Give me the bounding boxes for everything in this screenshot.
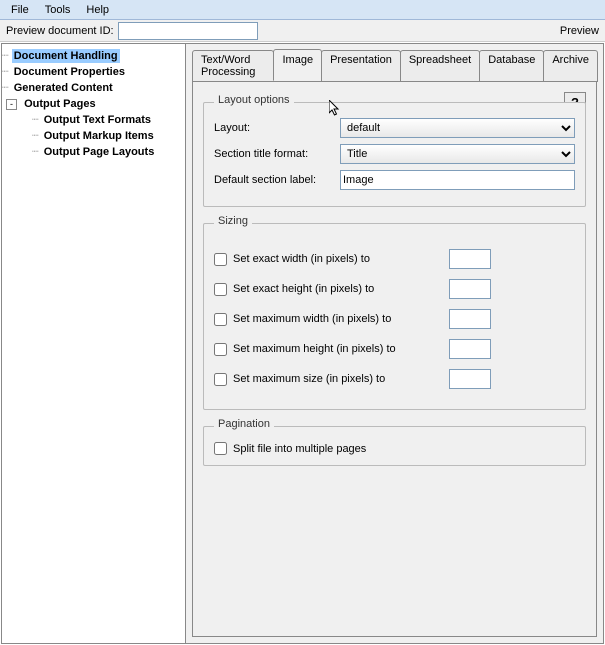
checkbox-split-file[interactable] <box>214 442 227 455</box>
layout-options-group: Layout options Layout: default Section t… <box>203 96 586 207</box>
input-exact-height[interactable] <box>449 279 491 299</box>
tab-text-word-processing[interactable]: Text/Word Processing <box>192 50 274 82</box>
select-layout[interactable]: default <box>340 118 575 138</box>
pagination-row: Split file into multiple pages <box>214 442 575 455</box>
tree-connector: ┈ <box>2 48 9 64</box>
tree-item-output-text-formats[interactable]: ┈ Output Text Formats <box>2 112 185 128</box>
tree-label: Output Markup Items <box>42 129 156 143</box>
label-max-height: Set maximum height (in pixels) to <box>233 343 443 355</box>
pagination-group: Pagination Split file into multiple page… <box>203 420 586 466</box>
tree-item-document-handling[interactable]: ┈ Document Handling <box>2 48 185 64</box>
tree-collapse-icon[interactable]: - <box>6 99 17 110</box>
tree-label: Document Handling <box>12 49 120 63</box>
input-max-size[interactable] <box>449 369 491 389</box>
nav-tree[interactable]: ┈ Document Handling ┈ Document Propertie… <box>2 44 186 643</box>
row-layout: Layout: default <box>214 118 575 138</box>
tree-connector: ┈ <box>2 64 9 80</box>
tree-item-output-pages[interactable]: - Output Pages <box>2 96 185 112</box>
label-split-file: Split file into multiple pages <box>233 443 366 455</box>
input-default-section-label[interactable] <box>340 170 575 190</box>
sizing-row-max-size: Set maximum size (in pixels) to <box>214 369 575 389</box>
label-max-width: Set maximum width (in pixels) to <box>233 313 443 325</box>
sizing-row-max-height: Set maximum height (in pixels) to <box>214 339 575 359</box>
label-section-title-format: Section title format: <box>214 148 334 160</box>
sizing-row-exact-height: Set exact height (in pixels) to <box>214 279 575 299</box>
tree-label: Output Text Formats <box>42 113 153 127</box>
preview-id-input[interactable] <box>118 22 258 40</box>
tab-bar: Text/Word Processing Image Presentation … <box>192 50 597 82</box>
pagination-legend: Pagination <box>214 418 274 430</box>
checkbox-max-height[interactable] <box>214 343 227 356</box>
sizing-row-exact-width: Set exact width (in pixels) to <box>214 249 575 269</box>
layout-options-legend: Layout options <box>214 94 294 106</box>
preview-button[interactable]: Preview <box>560 25 599 37</box>
input-max-height[interactable] <box>449 339 491 359</box>
sizing-row-max-width: Set maximum width (in pixels) to <box>214 309 575 329</box>
label-default-section-label: Default section label: <box>214 174 334 186</box>
tree-item-output-page-layouts[interactable]: ┈ Output Page Layouts <box>2 144 185 160</box>
input-max-width[interactable] <box>449 309 491 329</box>
tree-label: Document Properties <box>12 65 127 79</box>
preview-label: Preview document ID: <box>6 25 114 37</box>
tree-connector: ┈ <box>32 144 39 160</box>
checkbox-max-size[interactable] <box>214 373 227 386</box>
label-exact-height: Set exact height (in pixels) to <box>233 283 443 295</box>
menu-file[interactable]: File <box>4 2 36 18</box>
sizing-group: Sizing Set exact width (in pixels) to Se… <box>203 217 586 410</box>
label-exact-width: Set exact width (in pixels) to <box>233 253 443 265</box>
tab-image[interactable]: Image <box>273 49 322 81</box>
main-split: ┈ Document Handling ┈ Document Propertie… <box>1 43 604 644</box>
sizing-legend: Sizing <box>214 215 252 227</box>
tree-connector: ┈ <box>32 112 39 128</box>
label-max-size: Set maximum size (in pixels) to <box>233 373 443 385</box>
tab-panel: ? Layout options Layout: default Section… <box>192 81 597 637</box>
tree-label: Output Page Layouts <box>42 145 157 159</box>
tree-item-generated-content[interactable]: ┈ Generated Content <box>2 80 185 96</box>
menu-tools[interactable]: Tools <box>38 2 78 18</box>
tab-spreadsheet[interactable]: Spreadsheet <box>400 50 480 82</box>
row-section-title-format: Section title format: Title <box>214 144 575 164</box>
checkbox-exact-width[interactable] <box>214 253 227 266</box>
content-pane: Text/Word Processing Image Presentation … <box>186 44 603 643</box>
checkbox-max-width[interactable] <box>214 313 227 326</box>
select-section-title-format[interactable]: Title <box>340 144 575 164</box>
row-default-section-label: Default section label: <box>214 170 575 190</box>
preview-bar: Preview document ID: Preview <box>0 20 605 42</box>
tree-item-document-properties[interactable]: ┈ Document Properties <box>2 64 185 80</box>
label-layout: Layout: <box>214 122 334 134</box>
tree-label: Generated Content <box>12 81 115 95</box>
tree-connector: ┈ <box>32 128 39 144</box>
tree-label: Output Pages <box>22 97 98 111</box>
tab-archive[interactable]: Archive <box>543 50 598 82</box>
tab-presentation[interactable]: Presentation <box>321 50 401 82</box>
menubar: File Tools Help <box>0 0 605 20</box>
tree-connector: ┈ <box>2 80 9 96</box>
tab-database[interactable]: Database <box>479 50 544 82</box>
input-exact-width[interactable] <box>449 249 491 269</box>
menu-help[interactable]: Help <box>79 2 116 18</box>
tree-item-output-markup-items[interactable]: ┈ Output Markup Items <box>2 128 185 144</box>
checkbox-exact-height[interactable] <box>214 283 227 296</box>
